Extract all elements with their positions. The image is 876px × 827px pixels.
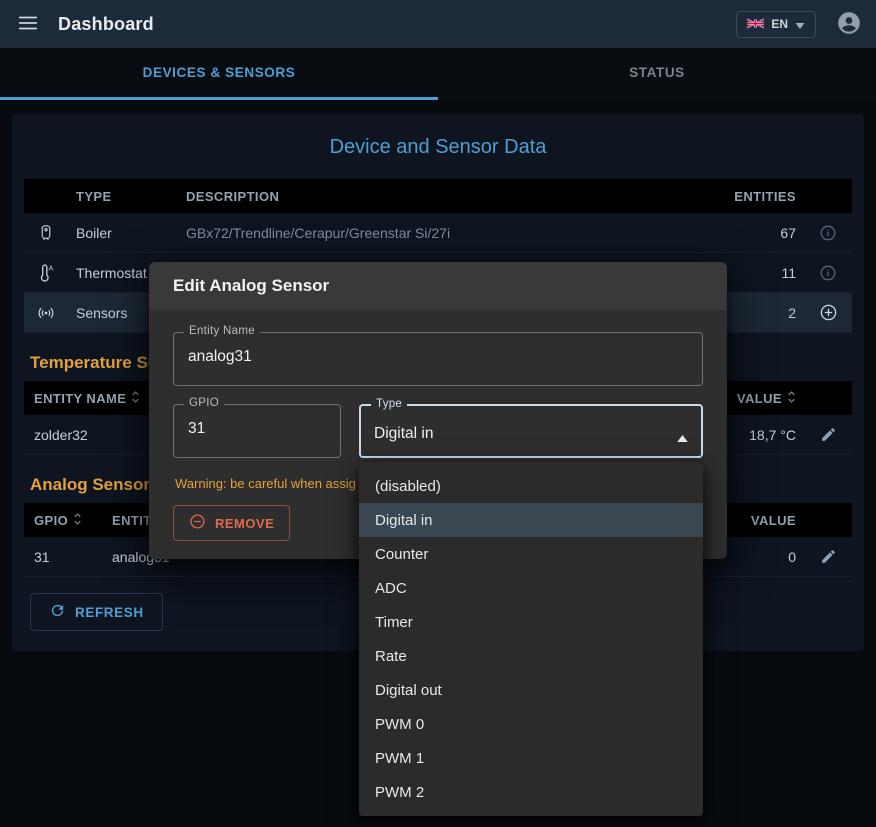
sort-icon	[73, 512, 82, 529]
svg-text:A: A	[49, 264, 54, 272]
header-value: VALUE	[737, 391, 782, 406]
app-title: Dashboard	[58, 14, 154, 35]
sort-value[interactable]: VALUE	[737, 390, 796, 407]
menu-option-pwm-1[interactable]: PWM 1	[359, 741, 703, 775]
sort-gpio[interactable]: GPIO	[34, 512, 82, 529]
device-entities-count: 67	[704, 225, 804, 241]
tab-devices-sensors[interactable]: DEVICES & SENSORS	[0, 48, 438, 100]
edit-sensor-button[interactable]	[816, 422, 841, 447]
header-type: TYPE	[68, 189, 178, 204]
menu-option-disabled[interactable]: (disabled)	[359, 469, 703, 503]
gpio-input[interactable]	[188, 420, 326, 438]
menu-option-digital-out[interactable]: Digital out	[359, 673, 703, 707]
refresh-icon	[49, 602, 66, 622]
device-description: GBx72/Trendline/Cerapur/Greenstar Si/27i	[178, 225, 704, 241]
device-type: Boiler	[68, 225, 178, 241]
remove-circle-icon	[189, 513, 206, 533]
tab-status[interactable]: STATUS	[438, 48, 876, 100]
remove-button[interactable]: REMOVE	[173, 505, 290, 541]
gpio-field[interactable]: GPIO	[173, 404, 341, 458]
type-dropdown-menu: (disabled) Digital in Counter ADC Timer …	[359, 462, 703, 816]
info-button[interactable]	[815, 220, 841, 246]
language-selector[interactable]: EN	[736, 11, 816, 38]
entity-name-label: Entity Name	[184, 325, 260, 337]
sort-icon	[131, 390, 140, 407]
app-bar: Dashboard EN	[0, 0, 876, 48]
sort-entity-name[interactable]: ENTITY NAME	[34, 390, 140, 407]
menu-option-pwm-2[interactable]: PWM 2	[359, 775, 703, 809]
type-select[interactable]: Type Digital in	[359, 404, 703, 458]
boiler-icon	[24, 223, 68, 243]
info-button[interactable]	[815, 260, 841, 286]
user-avatar-icon	[836, 10, 862, 39]
gpio-label: GPIO	[184, 397, 224, 409]
chevron-up-icon	[677, 429, 688, 447]
sort-icon	[787, 390, 796, 407]
header-entities: ENTITIES	[704, 189, 804, 204]
refresh-button[interactable]: REFRESH	[30, 593, 163, 631]
table-row-boiler: Boiler GBx72/Trendline/Cerapur/Greenstar…	[24, 213, 852, 253]
menu-option-rate[interactable]: Rate	[359, 639, 703, 673]
header-gpio: GPIO	[34, 513, 68, 528]
devices-table-header: TYPE DESCRIPTION ENTITIES	[24, 179, 852, 213]
hamburger-icon	[17, 12, 39, 37]
page-title: Device and Sensor Data	[24, 136, 852, 159]
menu-option-pwm-0[interactable]: PWM 0	[359, 707, 703, 741]
screen: Dashboard EN DEVICES &	[0, 0, 876, 827]
sensor-gpio: 31	[24, 549, 104, 565]
thermostat-icon: A	[24, 263, 68, 283]
uk-flag-icon	[747, 17, 764, 32]
header-description: DESCRIPTION	[178, 189, 704, 204]
language-label: EN	[771, 17, 788, 31]
menu-option-digital-in[interactable]: Digital in	[359, 503, 703, 537]
dialog-title: Edit Analog Sensor	[149, 262, 727, 310]
tab-bar: DEVICES & SENSORS STATUS	[0, 48, 876, 100]
type-selected-value: Digital in	[374, 425, 433, 443]
add-entity-button[interactable]	[815, 299, 842, 326]
user-avatar-button[interactable]	[836, 10, 862, 39]
remove-label: REMOVE	[215, 516, 274, 531]
menu-option-adc[interactable]: ADC	[359, 571, 703, 605]
type-label: Type	[371, 398, 407, 410]
chevron-down-icon	[795, 17, 805, 32]
edit-sensor-button[interactable]	[816, 544, 841, 569]
sensors-icon	[24, 303, 68, 323]
refresh-label: REFRESH	[75, 605, 144, 620]
menu-option-timer[interactable]: Timer	[359, 605, 703, 639]
menu-button[interactable]	[14, 10, 42, 38]
entity-name-input[interactable]	[188, 348, 688, 366]
menu-option-counter[interactable]: Counter	[359, 537, 703, 571]
entity-name-field[interactable]: Entity Name	[173, 332, 703, 386]
header-entity-name: ENTITY NAME	[34, 391, 126, 406]
